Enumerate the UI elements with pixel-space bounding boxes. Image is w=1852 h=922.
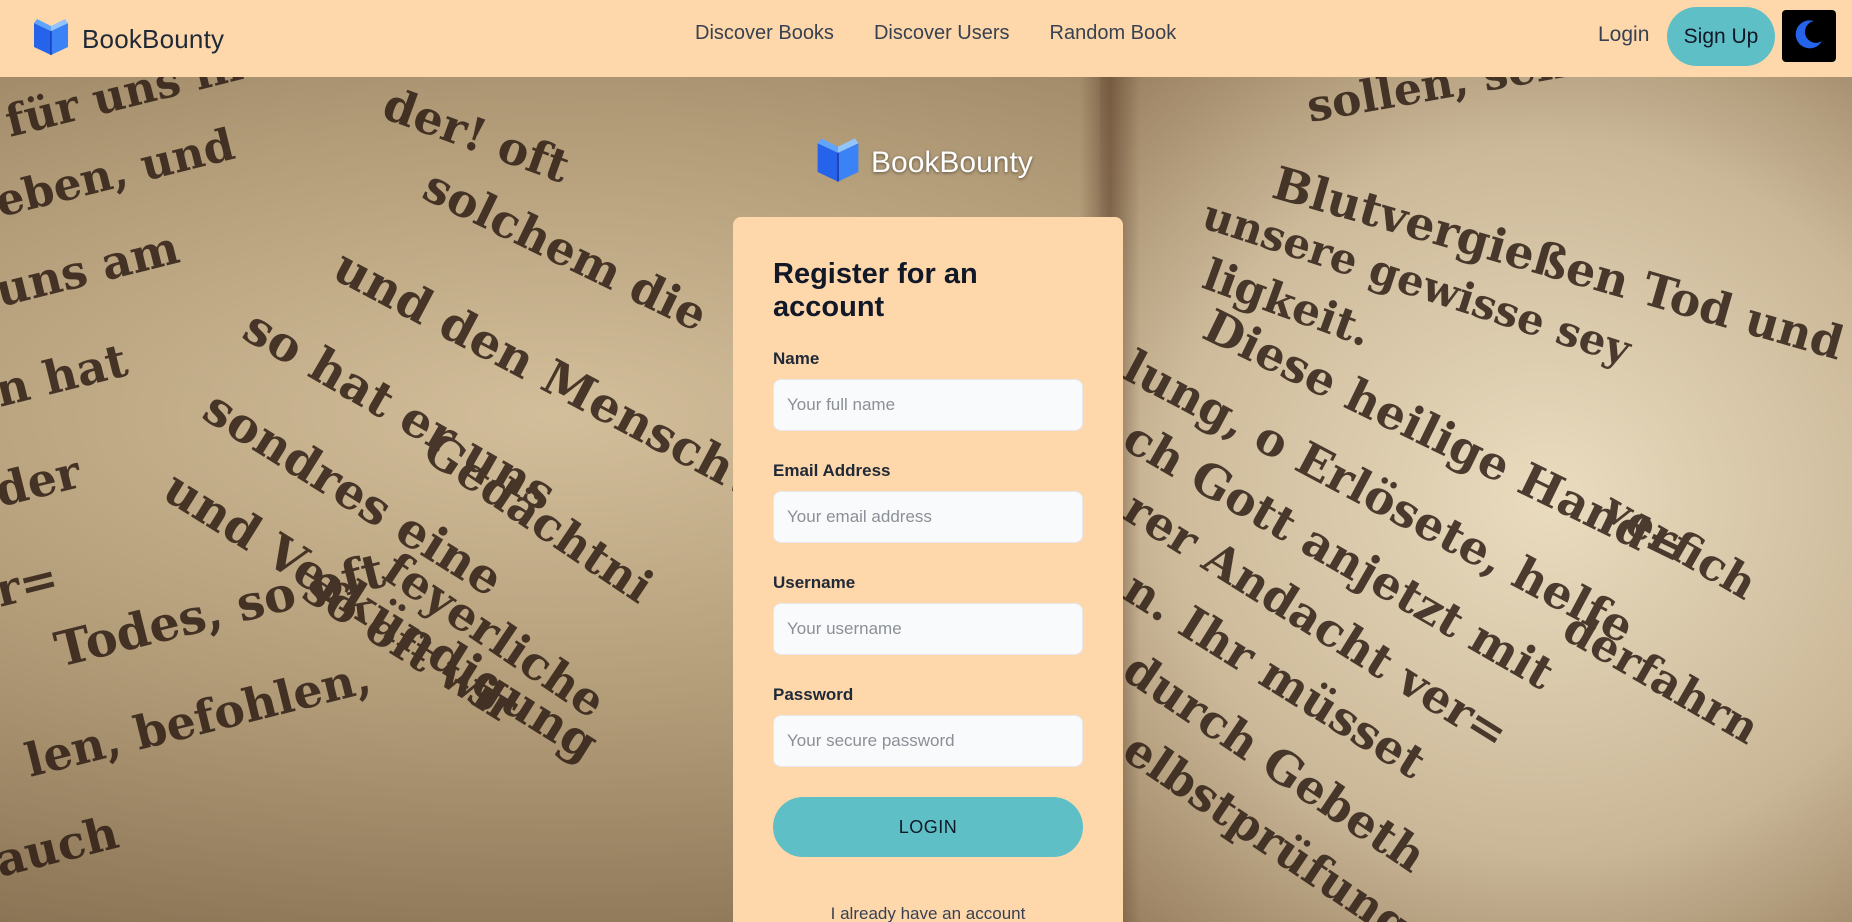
submit-button[interactable]: LOGIN [773,797,1083,857]
svg-text:uns am: uns am [0,220,184,318]
existing-account-link[interactable]: I already have an account [773,904,1083,922]
theme-toggle-button[interactable] [1782,10,1836,62]
nav-discover-books[interactable]: Discover Books [695,22,834,45]
register-card: Register for an account Name Email Addre… [733,217,1123,922]
email-input[interactable] [773,491,1083,543]
nav-random-book[interactable]: Random Book [1050,22,1177,45]
username-input[interactable] [773,603,1083,655]
top-navbar: BookBounty Discover Books Discover Users… [0,0,1852,77]
brand-home-link[interactable]: BookBounty [32,17,224,62]
name-input[interactable] [773,379,1083,431]
svg-text:n hat: n hat [0,333,133,418]
book-logo-icon [815,136,861,189]
svg-text:derfahrn: derfahrn [1555,602,1768,754]
nav-login-link[interactable]: Login [1598,23,1649,47]
password-input[interactable] [773,715,1083,767]
signup-button[interactable]: Sign Up [1667,7,1775,66]
hero-brand: BookBounty [815,136,1033,189]
svg-text:der: der [0,444,87,517]
password-label: Password [773,685,854,704]
username-label: Username [773,573,856,592]
main-nav: Discover Books Discover Users Random Boo… [695,22,1176,45]
book-logo-icon [32,17,70,62]
svg-text:r=: r= [0,550,64,618]
form-title: Register for an account [773,258,978,323]
moon-icon [1792,17,1826,56]
svg-text:auch: auch [0,805,124,888]
hero-brand-name: BookBounty [871,145,1033,179]
svg-text:sollen, sein zweifeln: sollen, sein zweifeln [1303,77,1802,133]
email-label: Email Address [773,461,891,480]
brand-name: BookBounty [82,24,225,54]
name-label: Name [773,349,820,368]
nav-discover-users[interactable]: Discover Users [874,22,1010,45]
